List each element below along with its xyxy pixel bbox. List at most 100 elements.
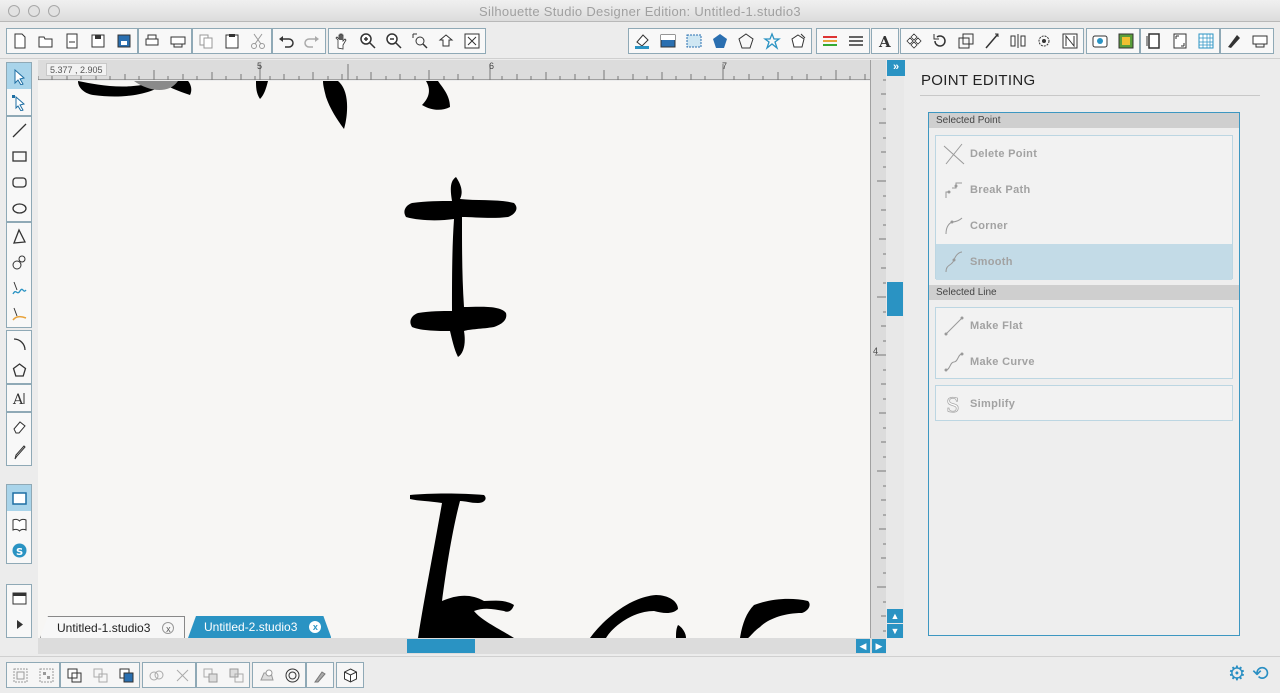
- fill-color-icon[interactable]: [629, 29, 655, 53]
- horizontal-scrollbar[interactable]: ◀ ▶: [38, 638, 886, 654]
- rectangle-tool-icon[interactable]: [7, 143, 31, 169]
- save-library-icon[interactable]: [111, 29, 137, 53]
- subtract-icon[interactable]: [169, 663, 195, 687]
- rounded-rectangle-tool-icon[interactable]: [7, 169, 31, 195]
- replicate-icon[interactable]: [1031, 29, 1057, 53]
- redo-icon[interactable]: [299, 29, 325, 53]
- shape-lock-icon[interactable]: [253, 663, 279, 687]
- pan-hand-icon[interactable]: [329, 29, 355, 53]
- smooth-freehand-tool-icon[interactable]: [7, 301, 31, 327]
- star-shape-icon[interactable]: [759, 29, 785, 53]
- select-arrow-icon[interactable]: [7, 63, 31, 89]
- print-icon[interactable]: [139, 29, 165, 53]
- make-compound-icon[interactable]: [61, 663, 87, 687]
- polygon-tool-icon[interactable]: [7, 223, 31, 249]
- paste-icon[interactable]: [219, 29, 245, 53]
- open-file-icon[interactable]: [59, 29, 85, 53]
- window-view-icon[interactable]: [7, 585, 31, 611]
- panel-collapse-button[interactable]: »: [887, 60, 905, 76]
- horizontal-scroll-thumb[interactable]: [407, 639, 475, 653]
- sync-icon[interactable]: ⟲: [1252, 664, 1272, 684]
- close-tab-icon[interactable]: x: [162, 622, 175, 634]
- ellipse-tool-icon[interactable]: [7, 195, 31, 221]
- scroll-up-button[interactable]: ▲: [887, 609, 903, 623]
- 3d-cube-icon[interactable]: [337, 663, 363, 687]
- arc-tool-icon[interactable]: [7, 331, 31, 357]
- shape-cog-icon[interactable]: [785, 29, 811, 53]
- line-color-icon[interactable]: [817, 29, 843, 53]
- bring-forward-icon[interactable]: [197, 663, 223, 687]
- release-compound-icon[interactable]: [87, 663, 113, 687]
- text-tool-icon[interactable]: A: [7, 385, 31, 411]
- vertical-scrollbar[interactable]: ▲ ▼: [886, 60, 904, 638]
- tab-untitled-1[interactable]: Untitled-1.studio3 x: [40, 616, 186, 638]
- settings-gear-icon[interactable]: ⚙: [1228, 664, 1248, 684]
- offset-circle-icon[interactable]: [279, 663, 305, 687]
- new-document-icon[interactable]: [7, 29, 33, 53]
- freehand-tool-icon[interactable]: [7, 275, 31, 301]
- fit-page-icon[interactable]: [459, 29, 485, 53]
- silhouette-store-icon[interactable]: S: [7, 537, 31, 563]
- svg-text:S: S: [946, 393, 960, 416]
- shape-fill-icon[interactable]: [707, 29, 733, 53]
- line-tool-icon[interactable]: [7, 117, 31, 143]
- scroll-right-button[interactable]: ▶: [872, 639, 886, 653]
- nest-icon[interactable]: [1057, 29, 1083, 53]
- delete-point-button[interactable]: Delete Point: [936, 136, 1232, 172]
- make-curve-button[interactable]: Make Curve: [936, 344, 1232, 380]
- text-style-icon[interactable]: A: [872, 29, 898, 53]
- ungroup-icon[interactable]: [33, 663, 59, 687]
- eraser-tool-icon[interactable]: [7, 413, 31, 439]
- tool-group-shapes: [6, 330, 32, 384]
- weld-icon[interactable]: [143, 663, 169, 687]
- make-flat-button[interactable]: Make Flat: [936, 308, 1232, 344]
- corner-button[interactable]: Corner: [936, 208, 1232, 244]
- point-edit-icon[interactable]: [7, 89, 31, 115]
- knife-icon[interactable]: [307, 663, 333, 687]
- pattern-fill-icon[interactable]: [681, 29, 707, 53]
- cut-icon[interactable]: [245, 29, 271, 53]
- tab-untitled-2[interactable]: Untitled-2.studio3 x: [188, 616, 331, 638]
- scroll-down-button[interactable]: ▼: [887, 624, 903, 638]
- undo-icon[interactable]: [273, 29, 299, 53]
- send-to-cutter-icon[interactable]: [165, 29, 191, 53]
- page-setup-icon[interactable]: [1141, 29, 1167, 53]
- open-folder-icon[interactable]: [33, 29, 59, 53]
- zoom-select-icon[interactable]: [407, 29, 433, 53]
- send-backward-icon[interactable]: [223, 663, 249, 687]
- vertical-scroll-thumb[interactable]: [887, 282, 903, 316]
- scale-icon[interactable]: [953, 29, 979, 53]
- cut-settings-icon[interactable]: [1221, 29, 1247, 53]
- align-icon[interactable]: [1005, 29, 1031, 53]
- gradient-fill-icon[interactable]: [655, 29, 681, 53]
- library-icon[interactable]: [7, 511, 31, 537]
- zoom-out-icon[interactable]: [381, 29, 407, 53]
- rotate-icon[interactable]: [927, 29, 953, 53]
- drag-zoom-icon[interactable]: [433, 29, 459, 53]
- zoom-in-icon[interactable]: [355, 29, 381, 53]
- design-page-view-icon[interactable]: [7, 485, 31, 511]
- curve-tool-icon[interactable]: [7, 249, 31, 275]
- group-icon[interactable]: [7, 663, 33, 687]
- grid-icon[interactable]: [1193, 29, 1219, 53]
- play-icon[interactable]: [7, 611, 31, 637]
- regular-polygon-tool-icon[interactable]: [7, 357, 31, 383]
- close-tab-icon[interactable]: x: [309, 621, 321, 633]
- transform-icon[interactable]: [901, 29, 927, 53]
- line-style-icon[interactable]: [843, 29, 869, 53]
- offset-icon[interactable]: [1087, 29, 1113, 53]
- save-icon[interactable]: [85, 29, 111, 53]
- shear-icon[interactable]: [979, 29, 1005, 53]
- break-path-button[interactable]: Break Path: [936, 172, 1232, 208]
- trace-icon[interactable]: [1113, 29, 1139, 53]
- scroll-left-button[interactable]: ◀: [856, 639, 870, 653]
- move-front-icon[interactable]: [113, 663, 139, 687]
- registration-icon[interactable]: [1167, 29, 1193, 53]
- copy-icon[interactable]: [193, 29, 219, 53]
- knife-tool-icon[interactable]: [7, 439, 31, 465]
- simplify-button[interactable]: S Simplify: [936, 386, 1232, 422]
- shape-outline-icon[interactable]: [733, 29, 759, 53]
- design-canvas[interactable]: [38, 81, 870, 638]
- smooth-button[interactable]: Smooth: [936, 244, 1232, 280]
- send-icon[interactable]: [1247, 29, 1273, 53]
